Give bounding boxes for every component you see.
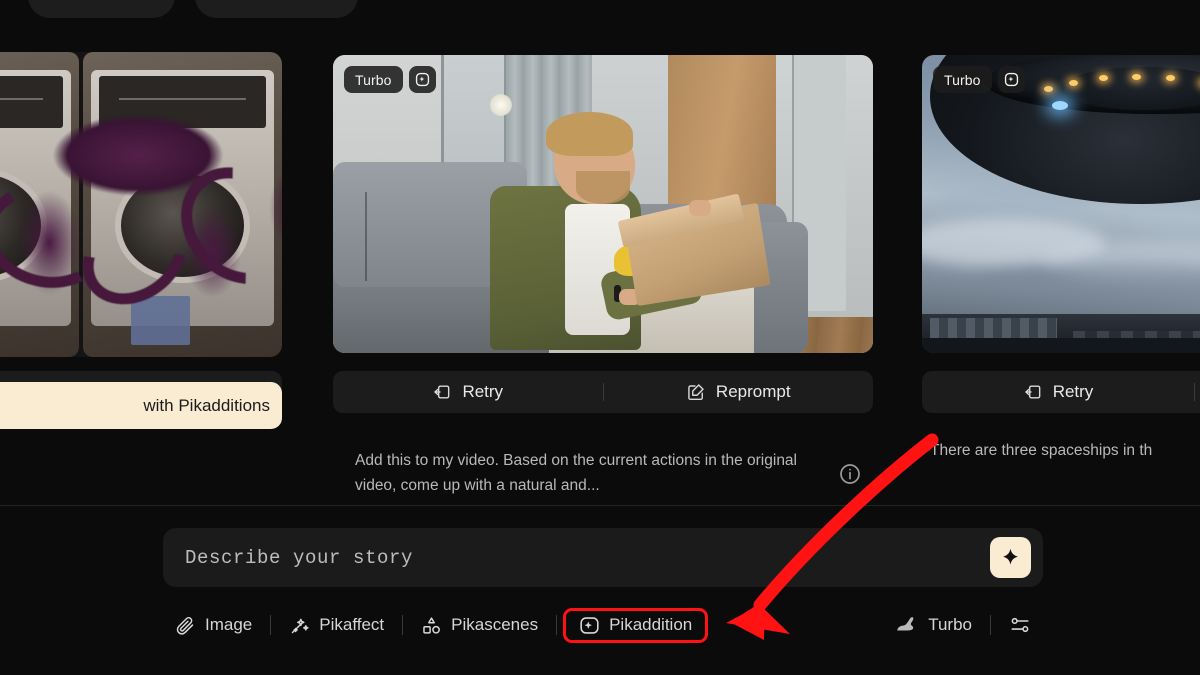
- card-caption-man-with-box: Add this to my video. Based on the curre…: [355, 452, 797, 494]
- action-divider: [1194, 383, 1195, 401]
- tool-pikascenes-label: Pikascenes: [451, 615, 539, 634]
- video-thumbnail[interactable]: Turbo: [922, 55, 1200, 353]
- tool-image-label: Image: [205, 615, 253, 634]
- pikaddition-icon: [997, 66, 1025, 93]
- info-icon[interactable]: [838, 462, 862, 486]
- result-card-man-with-box[interactable]: Turbo: [333, 55, 873, 353]
- card-actions-spaceship: Retry: [922, 371, 1200, 413]
- card-caption-spaceship: There are three spaceships in th: [930, 442, 1153, 459]
- section-divider: [0, 505, 1200, 506]
- model-label: Turbo: [928, 615, 972, 634]
- paperclip-icon: [175, 615, 196, 636]
- retry-icon: [432, 382, 452, 402]
- rabbit-icon: [894, 615, 919, 635]
- tool-pikaddition-label: Pikaddition: [609, 615, 693, 634]
- retry-button[interactable]: Retry: [333, 371, 603, 413]
- retry-label: Retry: [1052, 382, 1094, 401]
- settings-button[interactable]: [997, 607, 1043, 643]
- magic-wand-icon: [289, 615, 310, 636]
- result-card-spaceship[interactable]: Turbo: [922, 55, 1200, 353]
- tool-pikaddition[interactable]: Pikaddition: [563, 607, 709, 643]
- pikaddition-icon: [408, 66, 436, 93]
- edit-icon: [686, 382, 706, 402]
- thumbnail-badges: Turbo: [344, 66, 436, 93]
- tool-pikascenes[interactable]: Pikascenes: [409, 608, 550, 643]
- thumbnail-badges: Turbo: [933, 66, 1025, 93]
- badge-model-turbo: Turbo: [933, 66, 992, 93]
- toolbar-divider: [402, 615, 404, 635]
- reprompt-label: Reprompt: [715, 382, 791, 401]
- badge-model-turbo: Turbo: [344, 66, 403, 93]
- prompt-composer[interactable]: [163, 528, 1043, 587]
- octopus-overlay: [0, 106, 282, 327]
- toolbar-divider: [556, 615, 558, 635]
- retry-label: Retry: [462, 382, 504, 401]
- sliders-icon: [1009, 614, 1031, 636]
- toolbar-right-group: Turbo: [882, 607, 1043, 643]
- reprompt-button[interactable]: Reprompt: [604, 371, 874, 413]
- tool-pikaffect-label: Pikaffect: [319, 615, 385, 634]
- pikadditions-cta-button[interactable]: with Pikadditions: [0, 382, 282, 429]
- room-scene: [333, 55, 873, 353]
- app-root: NG ONS: [0, 0, 1200, 675]
- card-actions-man-with-box: Retry Reprompt: [333, 371, 873, 413]
- tool-image[interactable]: Image: [163, 608, 264, 643]
- retry-button[interactable]: Retry: [922, 371, 1194, 413]
- prompt-input[interactable]: [185, 546, 990, 569]
- sky-scene: [922, 55, 1200, 353]
- tool-pikaffect[interactable]: Pikaffect: [277, 608, 396, 643]
- shapes-icon: [421, 615, 442, 636]
- results-gallery: NG ONS: [0, 0, 1200, 505]
- composer-toolbar: Image Pikaffect Pikascenes Pikaddition T…: [163, 605, 1043, 645]
- retry-icon: [1023, 382, 1043, 402]
- sparkle-icon: [1000, 547, 1021, 568]
- model-selector[interactable]: Turbo: [882, 608, 984, 642]
- result-card-washing-machines[interactable]: NG ONS: [0, 52, 282, 357]
- pikaddition-icon: [579, 615, 600, 636]
- pikadditions-cta-label: with Pikadditions: [143, 395, 270, 415]
- toolbar-divider: [270, 615, 272, 635]
- toolbar-divider: [990, 615, 991, 635]
- video-thumbnail[interactable]: NG ONS: [0, 52, 282, 357]
- generate-button[interactable]: [990, 537, 1031, 578]
- video-thumbnail[interactable]: Turbo: [333, 55, 873, 353]
